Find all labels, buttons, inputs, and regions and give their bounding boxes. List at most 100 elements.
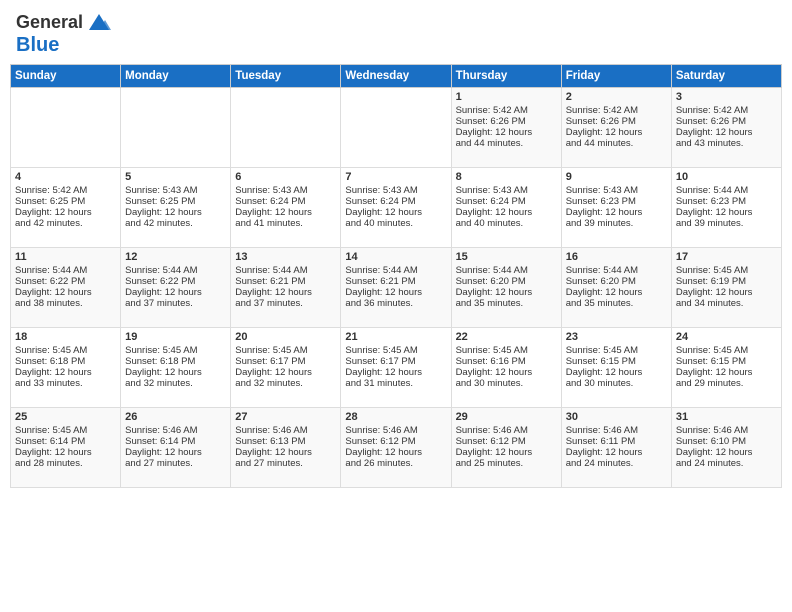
day-info: and 31 minutes. — [345, 378, 446, 389]
day-info: Daylight: 12 hours — [235, 207, 336, 218]
day-info: Sunrise: 5:43 AM — [345, 185, 446, 196]
day-header-saturday: Saturday — [671, 65, 781, 88]
day-info: Sunset: 6:17 PM — [235, 356, 336, 367]
day-info: Daylight: 12 hours — [456, 447, 557, 458]
day-number: 3 — [676, 91, 777, 103]
day-number: 15 — [456, 251, 557, 263]
day-info: Sunset: 6:24 PM — [345, 196, 446, 207]
logo: General Blue — [16, 12, 113, 56]
day-header-wednesday: Wednesday — [341, 65, 451, 88]
day-info: Daylight: 12 hours — [345, 207, 446, 218]
calendar-week-3: 18Sunrise: 5:45 AMSunset: 6:18 PMDayligh… — [11, 328, 782, 408]
day-info: and 39 minutes. — [676, 218, 777, 229]
calendar-week-2: 11 Sunrise: 5:44 AM Sunset: 6:22 PM Dayligh… — [11, 248, 782, 328]
day-number: 9 — [566, 171, 667, 183]
day-info: and 43 minutes. — [676, 138, 777, 149]
calendar-header-row: SundayMondayTuesdayWednesdayThursdayFrid… — [11, 65, 782, 88]
day-info: Sunset: 6:14 PM — [125, 436, 226, 447]
calendar-cell-0-2 — [231, 88, 341, 168]
day-info: Sunrise: 5:45 AM — [676, 345, 777, 356]
day-info: Sunrise: 5:45 AM — [676, 265, 777, 276]
day-info: and 26 minutes. — [345, 458, 446, 469]
day-info: and 32 minutes. — [235, 378, 336, 389]
day-info: Sunrise: 5:45 AM — [15, 425, 116, 436]
day-info: Daylight: 12 hours — [345, 367, 446, 378]
day-number: 26 — [125, 411, 226, 423]
day-header-friday: Friday — [561, 65, 671, 88]
day-info: Daylight: 12 hours — [676, 367, 777, 378]
day-info: Sunset: 6:16 PM — [456, 356, 557, 367]
day-info: Sunset: 6:25 PM — [15, 196, 116, 207]
day-info: and 37 minutes. — [125, 298, 226, 309]
calendar-cell-0-6: 3Sunrise: 5:42 AMSunset: 6:26 PMDaylight… — [671, 88, 781, 168]
day-number: 17 — [676, 251, 777, 263]
day-info: Sunset: 6:18 PM — [125, 356, 226, 367]
day-info: Sunset: 6:20 PM — [566, 276, 667, 287]
day-info: Sunset: 6:15 PM — [676, 356, 777, 367]
calendar: SundayMondayTuesdayWednesdayThursdayFrid… — [0, 64, 792, 496]
day-info: Sunrise: 5:44 AM — [15, 265, 116, 276]
day-info: and 27 minutes. — [125, 458, 226, 469]
day-number: 6 — [235, 171, 336, 183]
calendar-cell-3-2: 20 Sunrise: 5:45 AMSunset: 6:17 PMDayligh… — [231, 328, 341, 408]
day-info: Daylight: 12 hours — [235, 367, 336, 378]
day-info: Sunrise: 5:44 AM — [235, 265, 336, 276]
day-info: and 29 minutes. — [676, 378, 777, 389]
day-info: Sunset: 6:11 PM — [566, 436, 667, 447]
calendar-cell-4-4: 29Sunrise: 5:46 AMSunset: 6:12 PMDayligh… — [451, 408, 561, 488]
day-info: Sunrise: 5:42 AM — [676, 105, 777, 116]
day-info: and 30 minutes. — [456, 378, 557, 389]
calendar-cell-2-3: 14Sunrise: 5:44 AMSunset: 6:21 PMDayligh… — [341, 248, 451, 328]
day-info: Sunrise: 5:43 AM — [566, 185, 667, 196]
day-info: and 44 minutes. — [456, 138, 557, 149]
day-number: 11 — [15, 251, 116, 263]
day-info: Daylight: 12 hours — [566, 127, 667, 138]
day-info: Daylight: 12 hours — [15, 367, 116, 378]
calendar-cell-4-5: 30Sunrise: 5:46 AMSunset: 6:11 PMDayligh… — [561, 408, 671, 488]
day-info: Sunrise: 5:45 AM — [566, 345, 667, 356]
day-info: Sunrise: 5:45 AM — [235, 345, 336, 356]
day-number: 24 — [676, 331, 777, 343]
day-number: 23 — [566, 331, 667, 343]
calendar-cell-4-3: 28Sunrise: 5:46 AMSunset: 6:12 PMDayligh… — [341, 408, 451, 488]
day-info: Sunrise: 5:46 AM — [456, 425, 557, 436]
day-info: Daylight: 12 hours — [125, 447, 226, 458]
day-info: Sunset: 6:15 PM — [566, 356, 667, 367]
calendar-cell-1-1: 5Sunrise: 5:43 AMSunset: 6:25 PMDaylight… — [121, 168, 231, 248]
day-info: Daylight: 12 hours — [676, 127, 777, 138]
calendar-cell-3-6: 24 Sunrise: 5:45 AMSunset: 6:15 PMDayligh… — [671, 328, 781, 408]
day-info: Daylight: 12 hours — [345, 287, 446, 298]
day-number: 18 — [15, 331, 116, 343]
day-info: Sunrise: 5:44 AM — [676, 185, 777, 196]
calendar-cell-2-4: 15Sunrise: 5:44 AMSunset: 6:20 PMDayligh… — [451, 248, 561, 328]
day-info: Sunset: 6:24 PM — [456, 196, 557, 207]
day-info: and 30 minutes. — [566, 378, 667, 389]
day-info: and 25 minutes. — [456, 458, 557, 469]
calendar-cell-0-3 — [341, 88, 451, 168]
day-number: 20 — [235, 331, 336, 343]
day-header-tuesday: Tuesday — [231, 65, 341, 88]
day-number: 13 — [235, 251, 336, 263]
day-info: Sunset: 6:25 PM — [125, 196, 226, 207]
logo-blue: Blue — [16, 34, 59, 56]
day-info: Sunrise: 5:42 AM — [566, 105, 667, 116]
day-info: Sunrise: 5:46 AM — [235, 425, 336, 436]
calendar-cell-4-2: 27Sunrise: 5:46 AMSunset: 6:13 PMDayligh… — [231, 408, 341, 488]
day-info: Sunset: 6:23 PM — [676, 196, 777, 207]
calendar-week-1: 4Sunrise: 5:42 AMSunset: 6:25 PMDaylight… — [11, 168, 782, 248]
calendar-cell-2-1: 12Sunrise: 5:44 AMSunset: 6:22 PMDayligh… — [121, 248, 231, 328]
day-info: Daylight: 12 hours — [125, 367, 226, 378]
day-number: 12 — [125, 251, 226, 263]
day-number: 28 — [345, 411, 446, 423]
calendar-cell-1-2: 6Sunrise: 5:43 AMSunset: 6:24 PMDaylight… — [231, 168, 341, 248]
day-info: and 32 minutes. — [125, 378, 226, 389]
day-info: and 41 minutes. — [235, 218, 336, 229]
day-info: Sunrise: 5:45 AM — [345, 345, 446, 356]
day-info: Daylight: 12 hours — [566, 447, 667, 458]
calendar-cell-1-4: 8Sunrise: 5:43 AMSunset: 6:24 PMDaylight… — [451, 168, 561, 248]
day-info: Sunrise: 5:45 AM — [125, 345, 226, 356]
day-info: Daylight: 12 hours — [15, 207, 116, 218]
day-info: Sunset: 6:22 PM — [125, 276, 226, 287]
day-info: Sunrise: 5:44 AM — [566, 265, 667, 276]
day-info: Daylight: 12 hours — [566, 207, 667, 218]
